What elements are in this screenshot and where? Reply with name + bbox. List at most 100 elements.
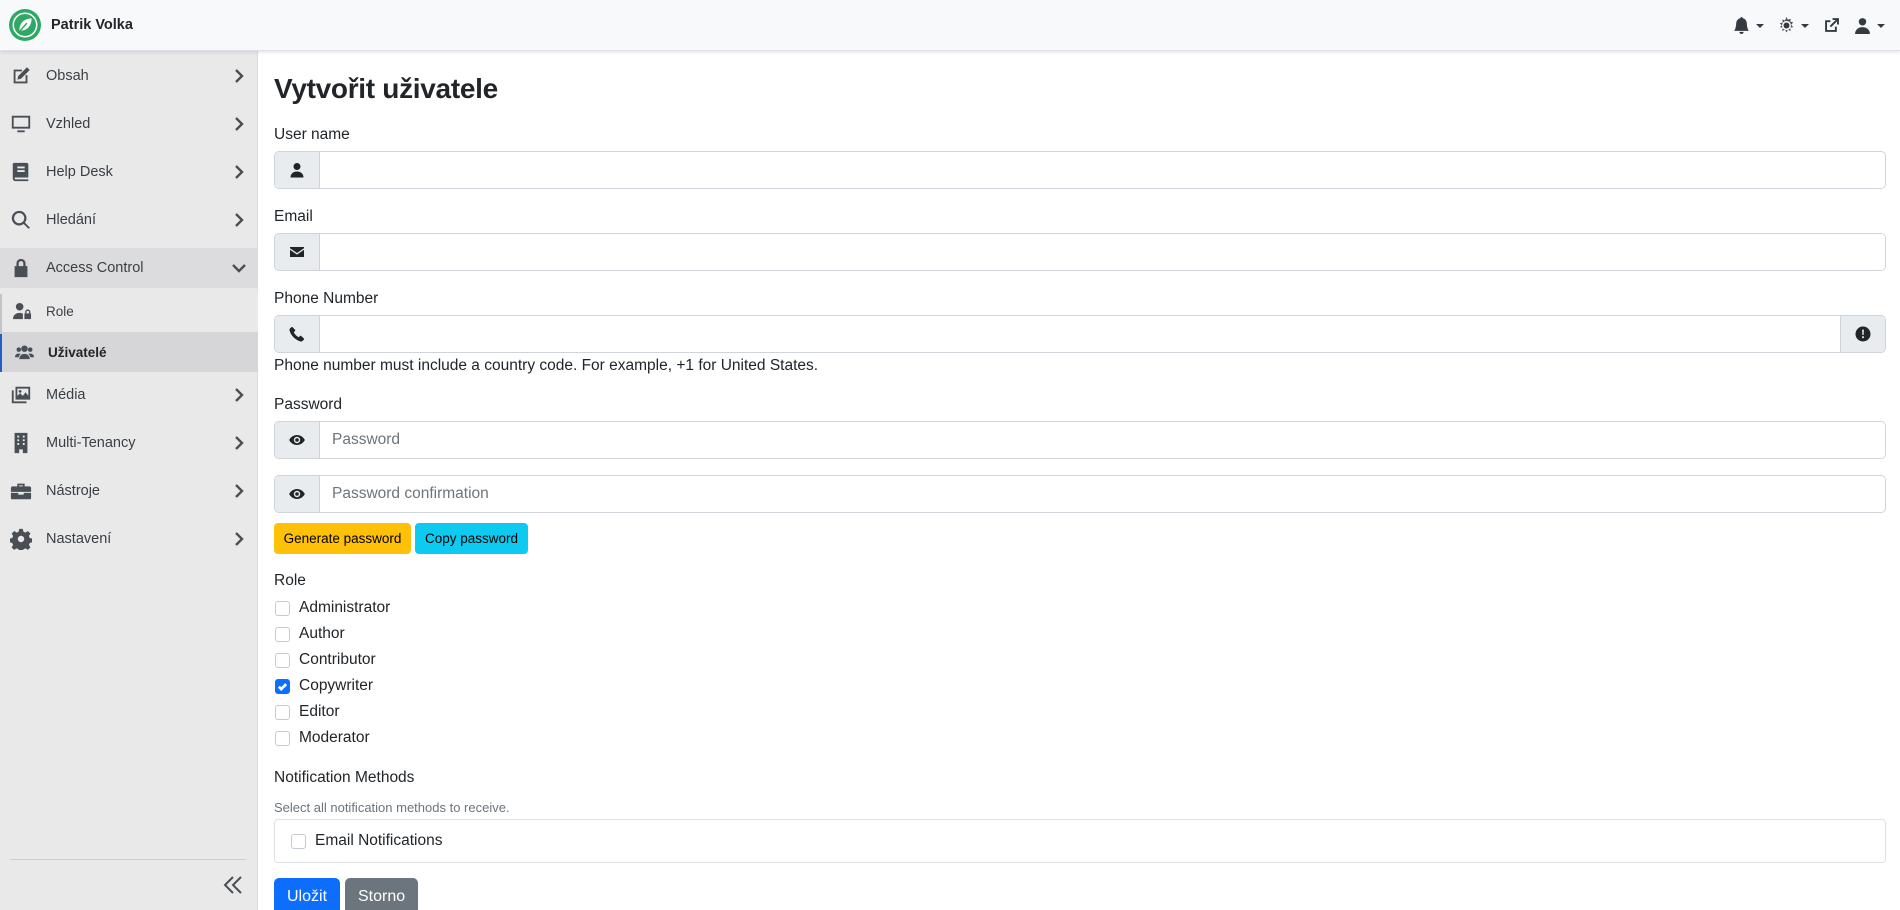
check-icon <box>277 682 288 691</box>
password-input[interactable] <box>320 422 1885 458</box>
edit-icon <box>10 65 32 87</box>
external-link-icon <box>1825 18 1839 32</box>
sidebar-subitem-label: Uživatelé <box>48 344 107 360</box>
sidebar-item-label: Multi-Tenancy <box>46 435 136 451</box>
bell-icon <box>1734 17 1749 34</box>
sidebar-item-hledani[interactable]: Hledání <box>0 200 258 240</box>
sidebar-subitem-role[interactable]: Role <box>0 291 258 331</box>
lock-icon <box>10 257 32 279</box>
sidebar-item-nastaveni[interactable]: Nastavení <box>0 519 258 559</box>
email-label: Email <box>274 208 313 225</box>
sidebar-item-access-control[interactable]: Access Control <box>0 248 258 288</box>
sidebar-item-label: Help Desk <box>46 164 113 180</box>
search-icon <box>10 209 32 231</box>
theme-dropdown[interactable] <box>1778 17 1809 34</box>
phone-help-text: Phone number must include a country code… <box>274 357 819 374</box>
sidebar-item-label: Nástroje <box>46 483 100 499</box>
monitor-icon <box>10 113 32 135</box>
checkbox[interactable] <box>291 833 306 849</box>
leaf-logo-icon <box>9 9 41 41</box>
chevron-right-icon <box>232 436 246 450</box>
chevron-right-icon <box>232 388 246 402</box>
sidebar-item-label: Obsah <box>46 68 89 84</box>
role-option-administrator[interactable]: Administrator <box>274 597 390 619</box>
brand[interactable]: Patrik Volka <box>9 9 133 41</box>
submenu-indent-line <box>0 294 2 334</box>
checkbox[interactable] <box>275 600 290 616</box>
checkbox-label: Copywriter <box>299 677 374 694</box>
sidebar-subitem-label: Role <box>46 303 74 319</box>
checkbox-label: Email Notifications <box>315 832 443 849</box>
checkbox-label: Author <box>299 625 345 642</box>
chevron-right-icon <box>232 69 246 83</box>
role-option-moderator[interactable]: Moderator <box>274 727 370 749</box>
copy-password-button[interactable]: Copy password <box>415 523 528 554</box>
phone-input[interactable] <box>320 316 1840 352</box>
checkbox-label: Editor <box>299 703 340 720</box>
checkbox-checked[interactable] <box>275 678 290 694</box>
double-chevron-left-icon <box>223 876 242 894</box>
notification-option-email[interactable]: Email Notifications <box>290 830 443 852</box>
chevron-right-icon <box>232 165 246 179</box>
top-navbar: Patrik Volka <box>0 0 1900 51</box>
role-option-contributor[interactable]: Contributor <box>274 649 376 671</box>
phone-input-group <box>274 315 1886 353</box>
sidebar-item-vzhled[interactable]: Vzhled <box>0 104 258 144</box>
checkbox[interactable] <box>275 652 290 668</box>
notification-methods-box: Email Notifications <box>274 819 1886 863</box>
collapse-sidebar-button[interactable] <box>222 874 244 896</box>
sidebar-item-label: Nastavení <box>46 531 112 547</box>
chevron-right-icon <box>232 213 246 227</box>
checkbox-label: Contributor <box>299 651 376 668</box>
notification-methods-label: Notification Methods <box>274 769 415 786</box>
sidebar-item-nastroje[interactable]: Nástroje <box>0 471 258 511</box>
notifications-dropdown[interactable] <box>1733 17 1764 34</box>
password-input-group <box>274 421 1886 459</box>
eye-icon[interactable] <box>275 422 320 458</box>
phone-icon <box>275 316 320 352</box>
role-option-author[interactable]: Author <box>274 623 345 645</box>
sidebar-item-label: Média <box>46 387 86 403</box>
sidebar-item-multi-tenancy[interactable]: Multi-Tenancy <box>0 423 258 463</box>
cancel-button[interactable]: Storno <box>345 878 419 910</box>
role-option-copywriter[interactable]: Copywriter <box>274 675 373 697</box>
building-icon <box>10 432 32 454</box>
caret-down-icon <box>1801 23 1809 28</box>
sidebar-subitem-uzivatele[interactable]: Uživatelé <box>0 332 258 372</box>
brand-name: Patrik Volka <box>51 17 133 33</box>
email-input[interactable] <box>320 234 1885 270</box>
sun-gear-icon <box>1779 17 1794 33</box>
checkbox[interactable] <box>275 730 290 746</box>
sidebar-item-help-desk[interactable]: Help Desk <box>0 152 258 192</box>
user-lock-icon <box>12 301 32 321</box>
page-title: Vytvořit uživatele <box>274 73 498 104</box>
caret-down-icon <box>1877 23 1885 28</box>
checkbox[interactable] <box>275 704 290 720</box>
password-confirm-input[interactable] <box>320 476 1885 512</box>
user-dropdown[interactable] <box>1854 17 1885 34</box>
chevron-down-icon <box>232 261 246 275</box>
email-input-group <box>274 233 1886 271</box>
sidebar: Obsah Vzhled Help Desk Hledání Access Co… <box>0 51 258 910</box>
sidebar-item-obsah[interactable]: Obsah <box>0 56 258 96</box>
eye-icon[interactable] <box>275 476 320 512</box>
book-icon <box>10 161 32 183</box>
notification-help-text: Select all notification methods to recei… <box>274 800 510 815</box>
password-confirm-input-group <box>274 475 1886 513</box>
exclamation-circle-icon[interactable] <box>1840 316 1885 352</box>
save-button[interactable]: Uložit <box>274 878 341 910</box>
gear-icon <box>10 528 32 550</box>
user-icon <box>1855 18 1870 34</box>
sidebar-item-media[interactable]: Média <box>0 375 258 415</box>
checkbox-label: Administrator <box>299 599 391 616</box>
password-label: Password <box>274 396 343 413</box>
visit-site-link[interactable] <box>1823 17 1840 34</box>
checkbox[interactable] <box>275 626 290 642</box>
role-option-editor[interactable]: Editor <box>274 701 340 723</box>
chevron-right-icon <box>232 484 246 498</box>
users-icon <box>14 342 34 362</box>
generate-password-button[interactable]: Generate password <box>274 523 411 554</box>
user-icon <box>275 152 320 188</box>
username-input[interactable] <box>320 152 1885 188</box>
sidebar-item-label: Hledání <box>46 212 96 228</box>
